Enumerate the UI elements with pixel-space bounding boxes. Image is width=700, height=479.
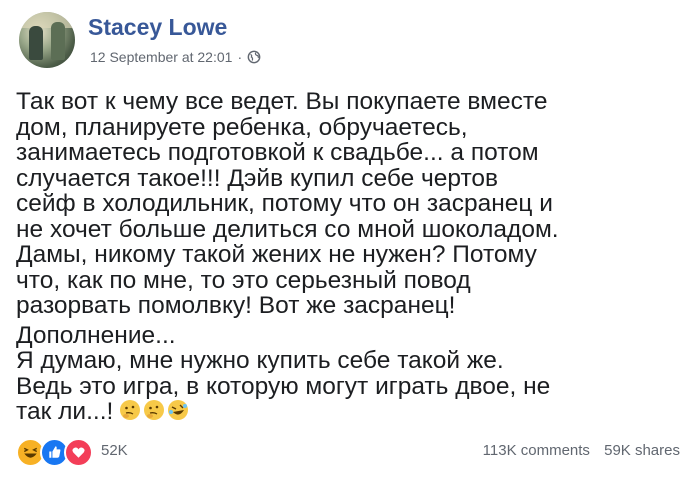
post-meta: 12 September at 22:01 · xyxy=(90,49,261,65)
text-line: сейф в холодильник, потому что он засран… xyxy=(16,190,553,217)
text-line: Я думаю, мне нужно купить себе такой же. xyxy=(16,347,504,374)
last-text-line: так ли...! xyxy=(16,399,696,425)
text-line: так ли...! xyxy=(16,398,114,425)
post-timestamp[interactable]: 12 September at 22:01 xyxy=(90,49,232,65)
post-footer: 52K 113K comments 59K shares xyxy=(0,430,700,470)
reaction-count[interactable]: 52K xyxy=(101,442,128,459)
thinking-face-icon xyxy=(144,400,165,420)
text-line: Так вот к чему все ведет. Вы покупаете в… xyxy=(16,88,548,115)
shares-count[interactable]: 59K shares xyxy=(604,442,680,459)
avatar[interactable] xyxy=(19,12,75,68)
text-line: случается такое!!! Дэйв купил себе черто… xyxy=(16,164,499,192)
post-paragraph: Так вот к чему все ведет. Вы покупаете в… xyxy=(16,89,696,319)
text-line: что, как по мне, то это серьезный повод xyxy=(16,266,471,294)
post-stats: 113K comments 59K shares xyxy=(483,442,680,459)
meta-separator: · xyxy=(237,49,243,65)
reaction-icons[interactable] xyxy=(16,438,93,467)
text-line: Дамы, никому такой жених не нужен? Потом… xyxy=(16,241,537,268)
post-body: Так вот к чему все ведет. Вы покупаете в… xyxy=(16,89,696,425)
globe-icon[interactable] xyxy=(247,50,261,64)
text-line: занимаетесь подготовкой к свадьбе... а п… xyxy=(16,139,539,166)
thinking-face-icon xyxy=(120,400,141,420)
text-line: Ведь это игра, в которую могут играть дв… xyxy=(16,372,551,400)
author-name[interactable]: Stacey Lowe xyxy=(88,14,227,41)
comments-count[interactable]: 113K comments xyxy=(483,442,590,459)
emoji-group xyxy=(119,399,189,421)
love-reaction-icon xyxy=(64,438,93,467)
addendum-paragraph: Дополнение... Я думаю, мне нужно купить … xyxy=(16,321,696,425)
text-line: не хочет больше делиться со мной шоколад… xyxy=(16,215,559,243)
text-line: Дополнение... xyxy=(16,321,176,349)
text-line: разорвать помолвку! Вот же засранец! xyxy=(16,292,456,319)
text-line: дом, планируете ребенка, обручаетесь, xyxy=(16,113,468,141)
rofl-face-icon xyxy=(168,400,189,420)
